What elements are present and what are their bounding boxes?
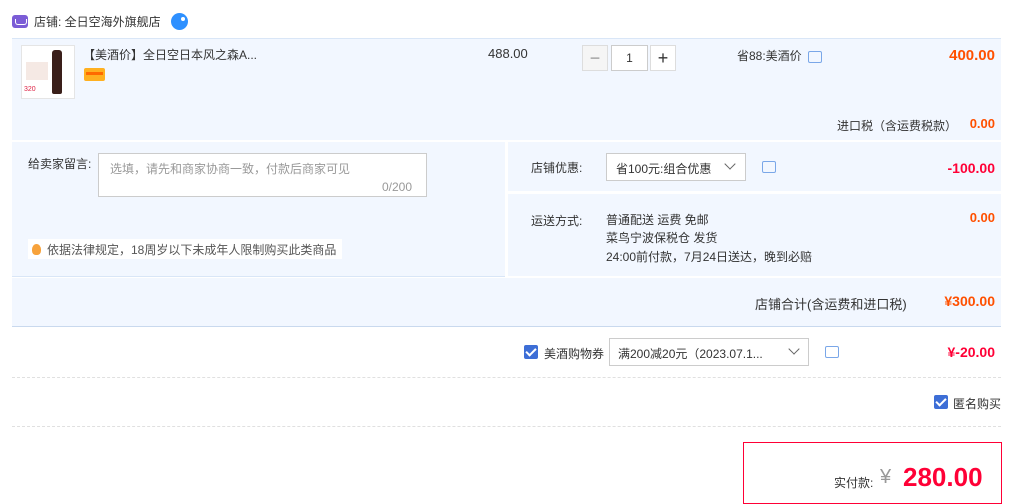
divider [12, 377, 1001, 378]
message-label: 给卖家留言: [28, 157, 92, 171]
shop-discount-value: -100.00 [947, 160, 995, 176]
import-tax-label: 进口税（含运费税款） [837, 119, 958, 133]
product-thumbnail[interactable]: 320 [21, 45, 75, 99]
payment-label: 实付款: [834, 476, 874, 490]
shop-name[interactable]: 店铺: 全日空海外旗舰店 [34, 13, 161, 30]
bottle-image [52, 50, 62, 94]
law-notice-text: 依据法律规定，18周岁以下未成年人限制购买此类商品 [47, 242, 337, 257]
anonymous-checkbox[interactable] [934, 395, 948, 409]
comment-icon[interactable] [807, 50, 822, 63]
tmall-icon [12, 14, 28, 28]
coupon-checkbox[interactable] [524, 345, 538, 359]
shipping-warehouse: 菜鸟宁波保税仓 发货 [606, 231, 718, 245]
currency-symbol: ¥ [880, 466, 892, 488]
anonymous-label[interactable]: 匿名购买 [953, 395, 1001, 412]
comment-icon[interactable] [762, 161, 776, 173]
coupon-value: ¥-20.00 [947, 344, 995, 360]
divider [12, 426, 1001, 427]
card-badge-icon [84, 68, 105, 81]
saving-info: 省88:美酒价 [737, 47, 822, 64]
shop-header: 店铺: 全日空海外旗舰店 [12, 12, 188, 30]
shipping-fee: 0.00 [969, 210, 995, 225]
shipping-method: 普通配送 运费 免邮 [606, 213, 709, 227]
quantity-increase-button[interactable]: + [650, 45, 676, 71]
law-notice: 依据法律规定，18周岁以下未成年人限制购买此类商品 [28, 239, 343, 259]
shipping-label: 运送方式: [531, 214, 583, 228]
subtotal-value: ¥300.00 [944, 293, 995, 309]
subtotal-label: 店铺合计(含运费和进口税) [755, 297, 907, 312]
wangwang-chat-icon[interactable] [170, 12, 188, 30]
item-total: 400.00 [949, 47, 995, 64]
unit-price: 488.00 [488, 46, 528, 61]
quantity-input[interactable]: 1 [611, 45, 648, 71]
comment-icon[interactable] [825, 346, 839, 358]
saving-text: 省88:美酒价 [737, 49, 802, 63]
coupon-selected: 满200减20元（2023.07.1... [618, 347, 763, 361]
quantity-decrease-button[interactable]: − [582, 45, 608, 71]
thumbnail-label [26, 62, 48, 80]
message-char-count: 0/200 [382, 180, 413, 194]
lightbulb-icon [32, 243, 41, 255]
coupon-label: 美酒购物券 [544, 347, 605, 361]
message-placeholder: 选填，请先和商家协商一致，付款后商家可见 [110, 162, 351, 176]
shop-discount-selected: 省100元:组合优惠 [616, 162, 712, 176]
item-title[interactable]: 【美酒价】全日空日本风之森A... [83, 46, 257, 63]
thumbnail-price: 320 [24, 86, 36, 93]
payment-amount: 280.00 [903, 462, 983, 492]
shipping-delivery: 24:00前付款，7月24日送达，晚到必赔 [606, 250, 813, 264]
shop-discount-label: 店铺优惠: [531, 161, 583, 175]
import-tax-value: 0.00 [969, 116, 995, 131]
